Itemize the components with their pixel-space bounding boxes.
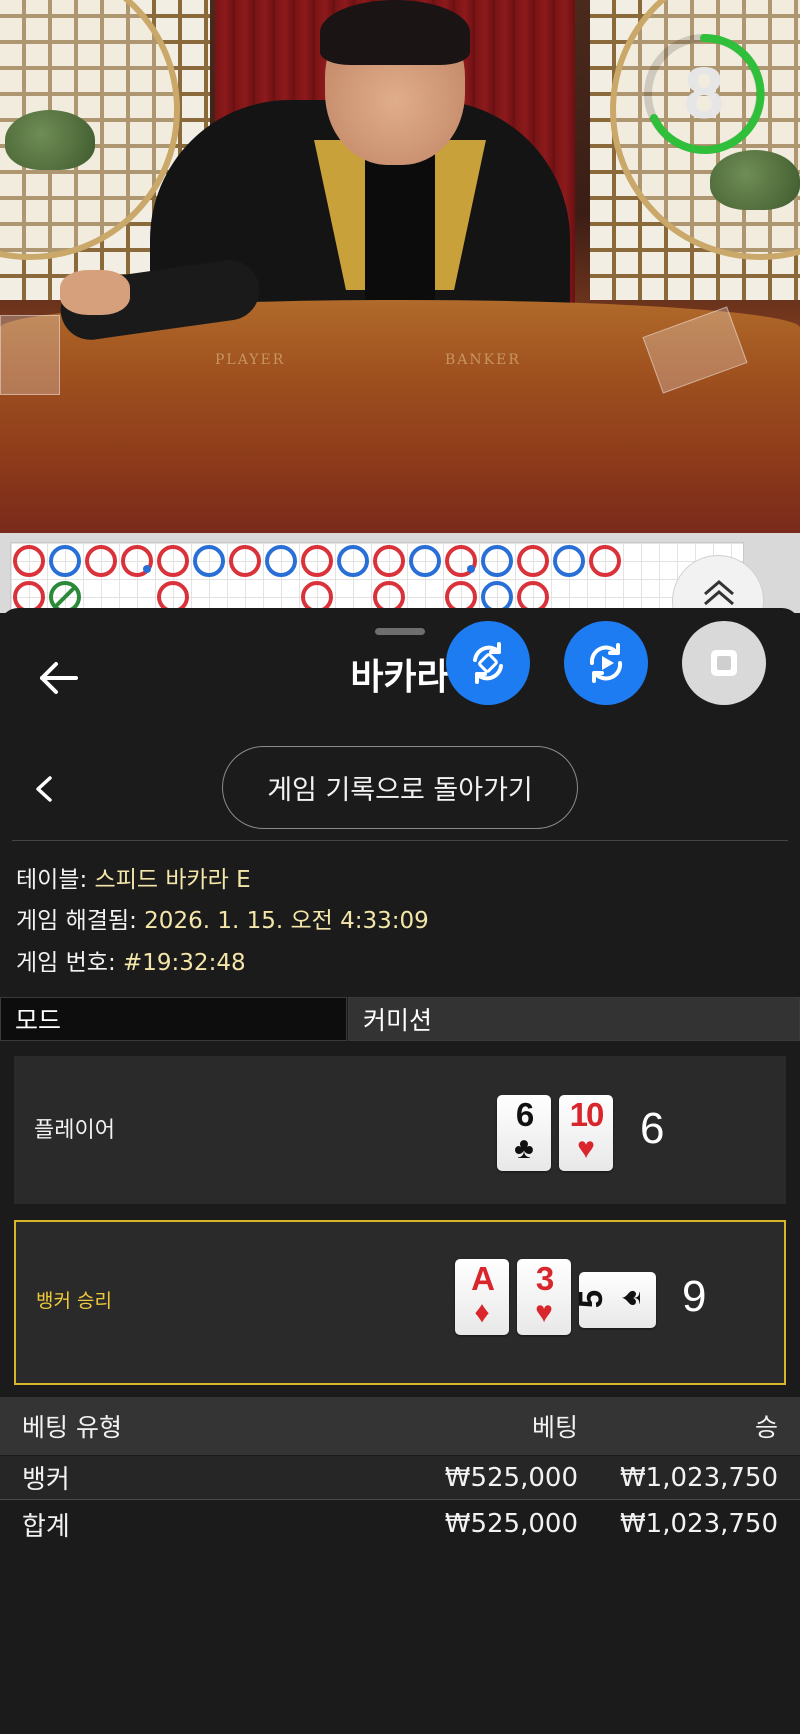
felt-label-banker: BANKER — [445, 352, 521, 368]
info-resolved: 게임 해결됨: 2026. 1. 15. 오전 4:33:09 — [16, 901, 429, 935]
bead-banker — [13, 545, 45, 577]
info-table-label: 테이블: — [16, 867, 95, 893]
bead-banker — [13, 581, 45, 613]
banker-card-2: 3 ♥ — [517, 1259, 571, 1335]
total-win: ₩1,023,750 — [619, 1509, 778, 1539]
mode-value: 커미션 — [348, 997, 800, 1041]
sheet-grabber[interactable] — [375, 628, 425, 635]
header-win: 승 — [754, 1413, 778, 1442]
divider — [12, 840, 788, 841]
player-score: 6 — [640, 1104, 665, 1153]
player-result: 플레이어 6 ♣ 10 ♥ 6 — [14, 1056, 786, 1204]
live-video: PLAYER BANKER 8 — [0, 0, 800, 533]
stop-icon — [711, 650, 737, 676]
info-table-value: 스피드 바카라 E — [94, 867, 251, 893]
player-label: 플레이어 — [34, 1118, 115, 1143]
player-card-1: 6 ♣ — [497, 1095, 551, 1171]
win-amount: ₩1,023,750 — [619, 1462, 778, 1493]
bet-amount: ₩525,000 — [444, 1462, 578, 1493]
card-rank: 6 — [515, 1096, 534, 1133]
card-suit-spade-icon: ♠ — [613, 1290, 647, 1306]
replay-icon — [589, 643, 623, 683]
back-to-history-button[interactable]: 게임 기록으로 돌아가기 — [222, 746, 578, 829]
bead-banker — [157, 545, 189, 577]
info-number-label: 게임 번호: — [16, 950, 124, 976]
bead-banker — [301, 581, 333, 613]
total-row: 합계 ₩525,000 ₩1,023,750 — [0, 1502, 800, 1546]
decor-bonsai-left — [5, 110, 95, 170]
bead-banker — [157, 581, 189, 613]
bead-banker — [301, 545, 333, 577]
bead-banker — [229, 545, 261, 577]
total-label: 합계 — [22, 1511, 70, 1542]
bead-tie-slash — [53, 585, 77, 609]
card-stack — [0, 315, 60, 395]
stop-button[interactable] — [682, 621, 766, 705]
dealer-hair — [320, 0, 470, 65]
dealer-hand — [60, 270, 130, 315]
bead-player — [49, 545, 81, 577]
bead-banker — [517, 581, 549, 613]
bet-type: 뱅커 — [22, 1465, 70, 1495]
card-suit-heart-icon: ♥ — [535, 1296, 553, 1329]
bead-player — [193, 545, 225, 577]
dealer-shirt — [365, 150, 435, 310]
bead-banker — [589, 545, 621, 577]
bead-player — [481, 581, 513, 613]
bead-player — [265, 545, 297, 577]
bead-player — [553, 545, 585, 577]
card-rank: 10 — [569, 1096, 605, 1133]
banker-card-1: A ♦ — [455, 1259, 509, 1335]
info-table: 테이블: 스피드 바카라 E — [16, 860, 251, 894]
banker-card-3: 5 ♠ — [572, 1272, 656, 1328]
info-resolved-value: 2026. 1. 15. 오전 4:33:09 — [144, 908, 429, 934]
banker-score: 9 — [682, 1272, 707, 1321]
bead-banker — [85, 545, 117, 577]
bead-banker — [517, 545, 549, 577]
info-game-number: 게임 번호: #19:32:48 — [16, 943, 246, 977]
bead-player — [481, 545, 513, 577]
rotate-view-button[interactable] — [446, 621, 530, 705]
decor-bonsai-right — [710, 150, 800, 210]
banker-result: 뱅커 승리 A ♦ 3 ♥ 5 ♠ 9 — [14, 1220, 786, 1385]
rotate-icon — [473, 642, 503, 684]
banker-win-label: 뱅커 승리 — [36, 1290, 112, 1312]
bead-banker — [373, 545, 405, 577]
countdown-number: 8 — [683, 54, 725, 134]
card-rank: 3 — [535, 1260, 554, 1297]
previous-game-button[interactable] — [32, 774, 56, 804]
mode-label: 모드 — [0, 997, 347, 1041]
info-number-value: #19:32:48 — [123, 950, 246, 976]
header-bet-type: 베팅 유형 — [22, 1413, 122, 1442]
card-rank: 5 — [572, 1291, 610, 1309]
bead-banker — [373, 581, 405, 613]
card-suit-club-icon: ♣ — [514, 1132, 534, 1165]
player-card-2: 10 ♥ — [559, 1095, 613, 1171]
bets-table-header: 베팅 유형 베팅 승 — [0, 1397, 800, 1455]
header-bet: 베팅 — [531, 1413, 578, 1442]
bead-banker — [445, 581, 477, 613]
bead-pair-dot — [467, 565, 475, 573]
bead-pair-dot — [143, 565, 151, 573]
total-bet: ₩525,000 — [444, 1509, 578, 1539]
bead-player — [337, 545, 369, 577]
card-rank: A — [471, 1260, 495, 1297]
card-suit-diamond-icon: ♦ — [474, 1296, 490, 1329]
chevron-left-icon — [36, 776, 52, 802]
back-button[interactable] — [38, 660, 82, 696]
replay-button[interactable] — [564, 621, 648, 705]
card-suit-heart-icon: ♥ — [577, 1132, 595, 1165]
bead-player — [409, 545, 441, 577]
info-resolved-label: 게임 해결됨: — [16, 908, 145, 934]
mode-row: 모드 커미션 — [0, 997, 800, 1041]
felt-label-player: PLAYER — [215, 352, 286, 368]
arrow-left-icon — [40, 662, 78, 694]
bead-road[interactable] — [10, 542, 744, 613]
bead-road-marks — [13, 545, 621, 613]
table-row: 뱅커 ₩525,000 ₩1,023,750 — [0, 1456, 800, 1500]
